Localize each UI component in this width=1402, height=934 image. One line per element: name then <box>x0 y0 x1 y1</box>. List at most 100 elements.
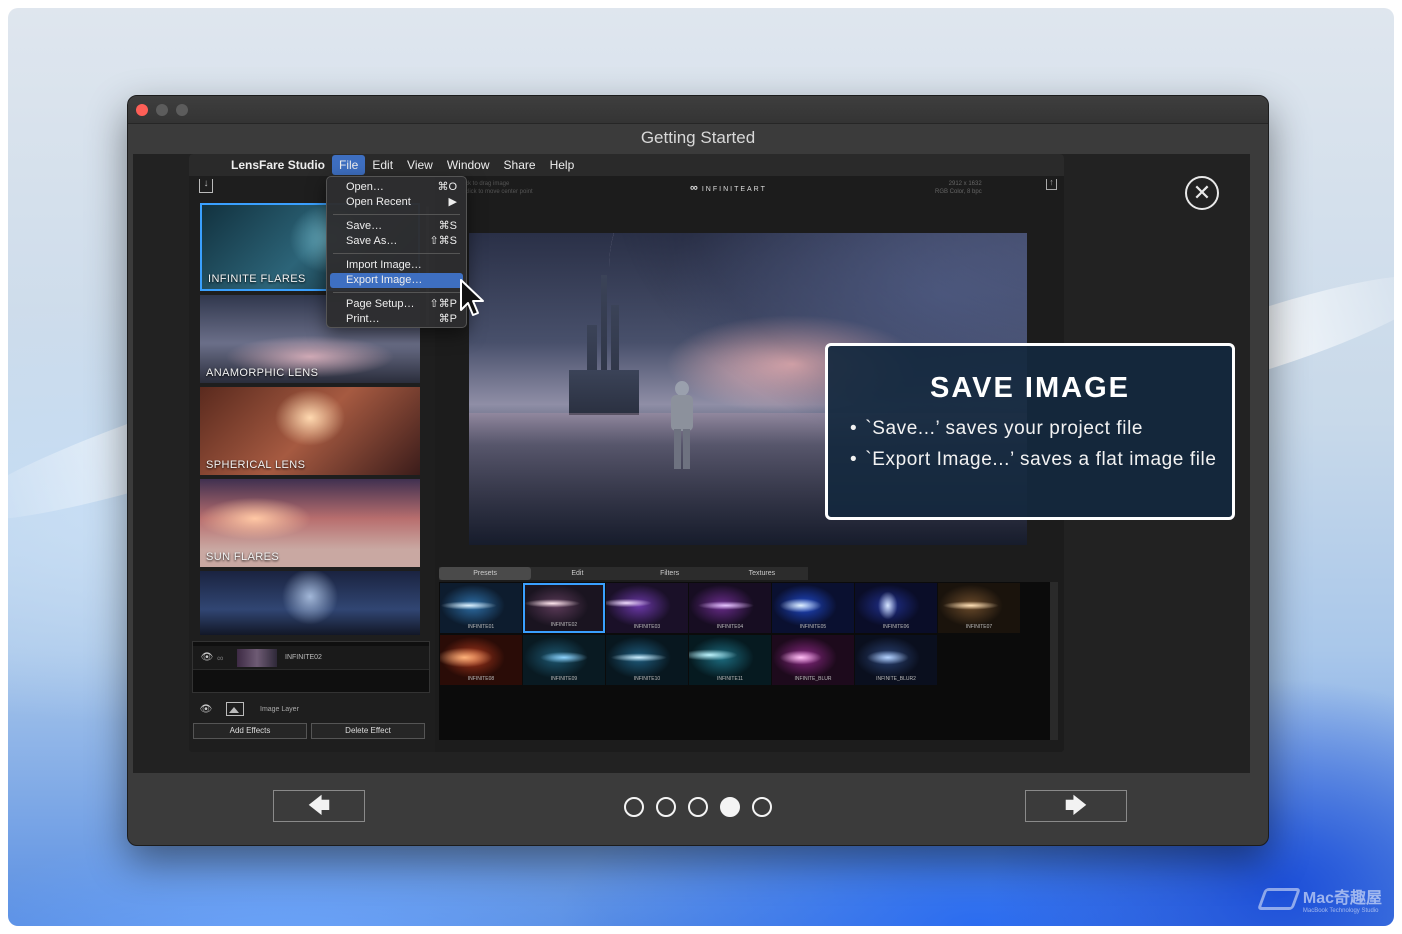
preset-thumbnail: INFINITE11 <box>689 635 771 685</box>
link-icon: ∞ <box>217 652 224 663</box>
preset-thumbnail: INFINITE_BLUR2 <box>855 635 937 685</box>
watermark-logo-icon <box>1256 888 1301 910</box>
preset-label: INFINITE09 <box>550 676 578 682</box>
import-icon: ↓ <box>199 179 213 193</box>
menu-item-label: Open… <box>346 181 384 193</box>
next-slide-button[interactable]: 🡆 <box>1025 790 1127 822</box>
menu-app-name: LensFare Studio <box>231 158 326 172</box>
watermark-text: Mac奇趣屋 <box>1302 890 1382 907</box>
window-minimize-button[interactable] <box>156 104 168 116</box>
thumb-label: SUN FLARES <box>206 551 280 563</box>
window-zoom-button[interactable] <box>176 104 188 116</box>
callout-bullet: `Export Image...’ saves a flat image fil… <box>850 449 1217 471</box>
close-tutorial-button[interactable]: ✕ <box>1185 176 1219 210</box>
preset-thumbnail: INFINITE10 <box>606 635 688 685</box>
menu-item-label: Save As… <box>346 235 398 247</box>
menu-item-print: Print… ⌘P <box>330 312 463 327</box>
thumb-spherical-lens: SPHERICAL LENS <box>200 387 420 475</box>
mouse-pointer-icon <box>460 279 484 316</box>
preset-label: INFINITE11 <box>716 676 744 682</box>
page-dot[interactable] <box>624 797 644 817</box>
preset-thumbnail: INFINITE01 <box>440 583 522 633</box>
tutorial-slide: LensFare Studio File Edit View Window Sh… <box>133 154 1250 773</box>
page-dot[interactable] <box>656 797 676 817</box>
menu-item-label: Page Setup… <box>346 298 415 310</box>
dims-size: 2912 x 1632 <box>948 181 982 187</box>
canvas-hint-line: click to move center point <box>465 189 533 195</box>
menu-separator <box>333 253 460 254</box>
layer-name: INFINITE02 <box>285 654 322 661</box>
eye-icon: 👁 <box>199 703 213 715</box>
preset-label: INFINITE_BLUR2 <box>876 676 916 682</box>
menu-separator <box>333 292 460 293</box>
menu-item-label: Export Image… <box>346 274 423 286</box>
arrow-right-icon: 🡆 <box>1064 793 1088 818</box>
image-icon <box>226 702 244 716</box>
eye-icon: 👁 <box>200 652 214 663</box>
preset-label: INFINITE02 <box>550 622 578 628</box>
canvas-hint: ck to drag image click to move center po… <box>465 180 533 196</box>
page-indicator <box>624 797 772 817</box>
menu-item-label: Open Recent <box>346 196 411 208</box>
arrow-left-icon: 🡄 <box>307 793 331 818</box>
save-image-callout: SAVE IMAGE `Save...’ saves your project … <box>825 343 1235 520</box>
thumb-sun-flares: SUN FLARES <box>200 479 420 567</box>
preset-label: INFINITE05 <box>799 624 827 630</box>
astronaut-body <box>671 395 693 431</box>
shortcut: ⌘P <box>438 313 457 325</box>
watermark-subtext: MacBook Technology Studio <box>1302 908 1379 914</box>
preset-label: INFINITE_BLUR <box>794 676 832 682</box>
preset-label: INFINITE10 <box>633 676 661 682</box>
preset-thumbnail: INFINITE07 <box>938 583 1020 633</box>
page-dot[interactable] <box>752 797 772 817</box>
menu-file: File <box>332 155 366 175</box>
tab-presets: Presets <box>439 567 532 580</box>
layer-row: 👁 ∞ INFINITE02 <box>193 646 429 670</box>
menu-item-save-as: Save As… ⇧⌘S <box>330 234 463 249</box>
preset-thumbnail: INFINITE05 <box>772 583 854 633</box>
preset-label: INFINITE08 <box>467 676 495 682</box>
brand-logo: ∞ INFINITEART <box>690 182 767 194</box>
preset-thumbnail: INFINITE09 <box>523 635 605 685</box>
tab-textures: Textures <box>748 570 776 577</box>
menu-item-import-image: Import Image… <box>330 258 463 273</box>
page-dot-active[interactable] <box>720 797 740 817</box>
preset-thumbnail: INFINITE06 <box>855 583 937 633</box>
previous-slide-button[interactable]: 🡄 <box>273 790 365 822</box>
layer-panel: 👁 ∞ INFINITE02 <box>192 641 430 693</box>
astronaut-head <box>675 381 689 396</box>
menu-item-open: Open… ⌘O <box>330 180 463 195</box>
file-menu-dropdown: Open… ⌘O Open Recent ▶ Save… ⌘S Save As… ⇧⌘S… <box>326 176 467 328</box>
watermark: Mac奇趣屋 MacBook Technology Studio <box>1256 884 1382 914</box>
page-dot[interactable] <box>688 797 708 817</box>
preset-thumbnail: INFINITE08 <box>440 635 522 685</box>
preset-thumbnail: INFINITE_BLUR <box>772 635 854 685</box>
layer-thumbnail <box>237 648 277 667</box>
thumb-label: SPHERICAL LENS <box>206 459 306 471</box>
shortcut: ⇧⌘P <box>429 298 457 310</box>
menu-help: Help <box>549 158 575 172</box>
panel-tabs: Presets Edit Filters Textures <box>439 567 808 580</box>
image-dimensions: 2912 x 1632 RGB Color, 8 bpc <box>935 180 982 196</box>
thumb-label: ANAMORPHIC LENS <box>206 367 319 379</box>
preset-thumbnail-selected: INFINITE02 <box>523 583 605 633</box>
image-layer-label: Image Layer <box>260 705 299 713</box>
callout-bullet: `Save...’ saves your project file <box>850 418 1143 440</box>
window-close-button[interactable] <box>136 104 148 116</box>
image-layer-row: 👁 Image Layer <box>192 699 430 719</box>
menu-item-save: Save… ⌘S <box>330 219 463 234</box>
title-bar <box>128 96 1268 124</box>
preset-grid: INFINITE01 INFINITE02 INFINITE03 INFINIT… <box>439 582 1058 740</box>
menu-edit: Edit <box>372 158 394 172</box>
menu-item-label: Save… <box>346 220 383 232</box>
preset-scrollbar <box>1050 582 1058 740</box>
add-effects-button: Add Effects <box>193 723 307 739</box>
preset-thumbnail: INFINITE04 <box>689 583 771 633</box>
window-title: Getting Started <box>640 128 756 147</box>
submenu-arrow-icon: ▶ <box>448 196 457 208</box>
shortcut: ⇧⌘S <box>429 235 457 247</box>
dims-color: RGB Color, 8 bpc <box>935 189 982 195</box>
preset-label: INFINITE07 <box>965 624 993 630</box>
menu-item-open-recent: Open Recent ▶ <box>330 195 463 210</box>
menu-window: Window <box>446 158 490 172</box>
